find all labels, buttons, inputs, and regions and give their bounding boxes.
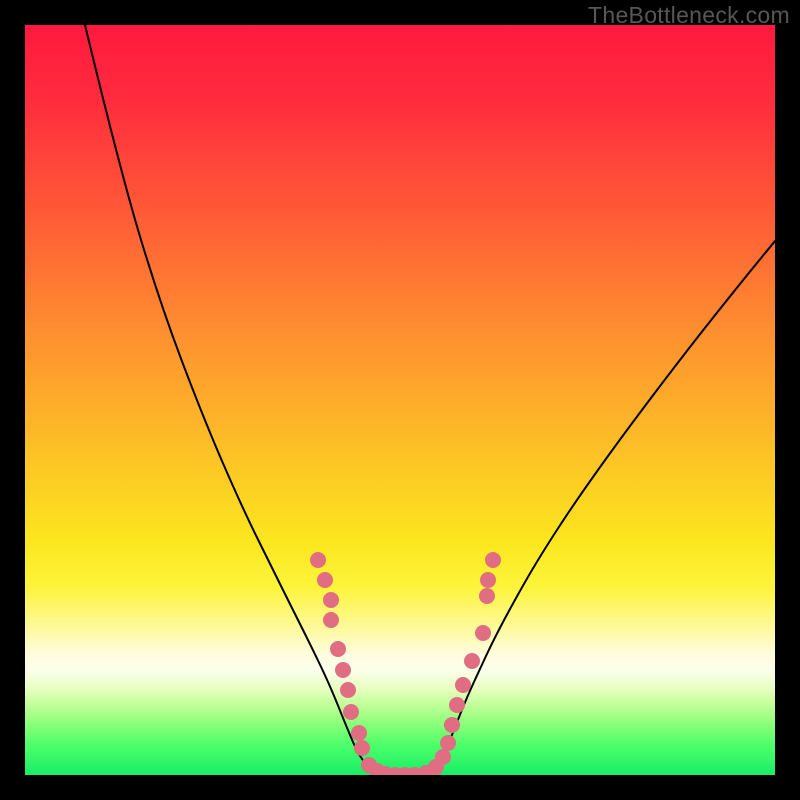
highlight-dot (435, 749, 451, 765)
plot-area (25, 25, 775, 775)
chart-frame: TheBottleneck.com (0, 0, 800, 800)
highlight-dot (485, 552, 501, 568)
highlight-dot (449, 697, 465, 713)
highlight-dot (317, 572, 333, 588)
watermark-text: TheBottleneck.com (588, 2, 790, 29)
highlight-dot (351, 725, 367, 741)
highlight-dot (444, 717, 460, 733)
highlight-dot (323, 592, 339, 608)
bottleneck-curve (85, 25, 775, 774)
highlight-dot (464, 653, 480, 669)
chart-svg (25, 25, 775, 775)
highlight-dot (343, 704, 359, 720)
highlight-dots-group (310, 552, 501, 775)
highlight-dot (310, 552, 326, 568)
highlight-dot (455, 677, 471, 693)
highlight-dot (480, 572, 496, 588)
highlight-dot (440, 735, 456, 751)
highlight-dot (335, 662, 351, 678)
highlight-dot (340, 682, 356, 698)
highlight-dot (479, 588, 495, 604)
highlight-dot (354, 740, 370, 756)
highlight-dot (330, 641, 346, 657)
highlight-dot (475, 625, 491, 641)
highlight-dot (323, 612, 339, 628)
